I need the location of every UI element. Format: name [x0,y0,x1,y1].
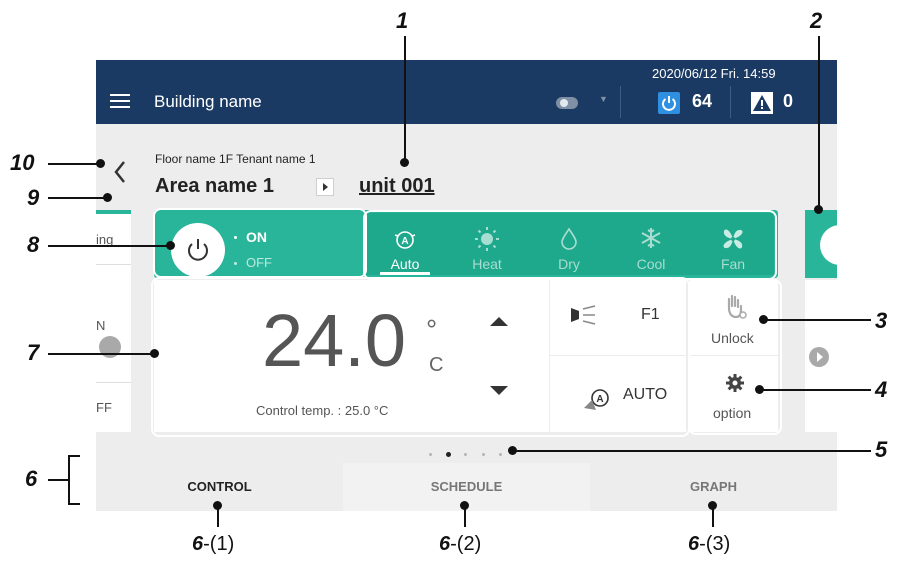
callout-line [48,479,68,481]
callout-bracket [68,455,70,505]
callout-bracket [68,503,80,505]
datetime: 2020/06/12 Fri. 14:59 [652,66,776,81]
callout-dot [400,158,409,167]
callout-6: 6 [25,466,38,491]
top-bar: Building name 2020/06/12 Fri. 14:59 ▼ 64… [96,60,837,124]
divider [96,382,131,383]
callout-line [818,36,820,208]
callout-8: 8 [27,232,40,257]
callout-dot [213,501,222,510]
callout-bracket [68,455,80,457]
highlight-power [153,208,367,278]
callout-9: 9 [27,185,40,210]
callout-10: 10 [10,150,35,175]
area-name: Area name 1 [155,175,274,197]
warning-icon[interactable] [751,92,773,114]
page-dot[interactable] [482,453,485,456]
page-dot[interactable] [499,453,502,456]
divider [730,86,731,118]
building-name: Building name [154,92,262,111]
callout-dot [814,205,823,214]
power-on-count: 64 [692,91,713,111]
callout-7: 7 [27,340,40,365]
page-dot-active[interactable] [446,452,451,457]
callout-line [758,389,871,391]
prev-card-text: N [96,318,106,333]
callout-4: 4 [875,377,888,402]
footnote-6-1: 6-(1) [192,533,235,555]
highlight-lock-option [688,279,782,435]
back-chevron-icon[interactable] [112,159,128,190]
unit-name[interactable]: unit 001 [359,175,435,198]
floor-tenant-name: Floor name 1F Tenant name 1 [155,152,316,166]
callout-dot [460,501,469,510]
callout-line [48,197,106,199]
highlight-temperature [151,277,690,437]
callout-dot [166,241,175,250]
callout-line [763,319,871,321]
footnote-6-2: 6-(2) [439,533,482,555]
callout-2: 2 [810,8,823,33]
callout-dot [150,349,159,358]
warning-count: 0 [783,91,794,111]
page-dot[interactable] [429,453,432,456]
callout-line [48,245,170,247]
callout-line [404,36,406,160]
highlight-modes [363,210,777,280]
next-card-nav-icon[interactable] [809,347,829,367]
callout-line [48,353,154,355]
toggle-knob [560,99,568,107]
callout-dot [755,385,764,394]
card-accent [96,210,131,214]
area-arrow-icon[interactable] [316,178,334,196]
power-status-icon[interactable] [658,92,680,114]
callout-dot [103,193,112,202]
callout-line [512,450,871,452]
divider [620,86,621,118]
callout-3: 3 [875,308,888,333]
callout-dot [759,315,768,324]
callout-5: 5 [875,437,888,462]
footnote-6-3: 6-(3) [688,533,731,555]
callout-dot [508,446,517,455]
callout-dot [96,159,105,168]
page-dot[interactable] [464,453,467,456]
callout-1: 1 [396,8,409,33]
divider [96,264,131,265]
prev-card-text: FF [96,400,112,415]
callout-line [48,163,98,165]
callout-dot [708,501,717,510]
dropdown-caret-icon[interactable]: ▼ [599,94,608,104]
menu-icon[interactable] [96,82,146,122]
